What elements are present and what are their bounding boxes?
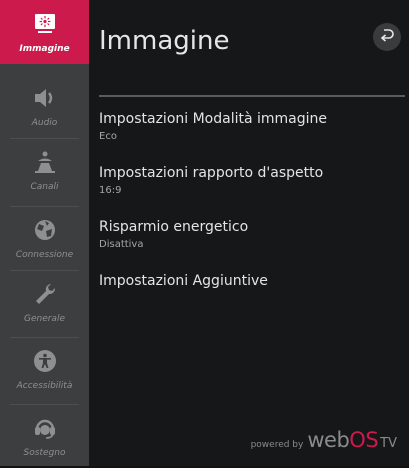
menu-item-label: Risparmio energetico [99,219,249,235]
powered-by-text: powered by [250,440,304,450]
sidebar-item-connessione[interactable]: Connessione [0,206,89,270]
menu-item-energy-saving[interactable]: Risparmio energetico Disattiva [99,218,248,251]
sidebar-item-label: Sostegno [23,448,66,458]
accessibility-icon [31,347,59,375]
picture-icon [31,10,59,38]
sidebar-item-label: Connessione [15,250,74,260]
globe-icon [31,216,59,244]
back-button[interactable] [373,23,401,51]
settings-panel: Immagine Impostazioni Modalità immagine … [89,0,409,466]
menu-item-value: Disattiva [99,239,144,250]
back-arrow-icon [379,27,395,47]
sidebar-item-label: Immagine [19,44,70,54]
sidebar-item-accessibilita[interactable]: Accessibilità [0,337,89,401]
title-divider [99,95,405,97]
sidebar-item-immagine[interactable]: Immagine [0,0,89,64]
menu-item-picture-mode[interactable]: Impostazioni Modalità immagine Eco [99,110,327,143]
brand-os: OS [349,428,379,452]
sidebar-item-label: Accessibilità [16,381,73,391]
menu-item-value: Eco [99,131,117,142]
sidebar-item-label: Audio [31,118,58,128]
sidebar-item-generale[interactable]: Generale [0,270,89,334]
support-icon [31,414,59,442]
speaker-icon [31,84,59,112]
sidebar-item-audio[interactable]: Audio [0,74,89,138]
sidebar-item-label: Canali [30,182,59,192]
wrench-icon [31,280,59,308]
brand-tv: TV [380,436,397,451]
menu-item-label: Impostazioni Modalità immagine [99,111,328,127]
menu-item-aspect-ratio[interactable]: Impostazioni rapporto d'aspetto 16:9 [99,164,323,197]
sidebar-item-sostegno[interactable]: Sostegno [0,404,89,468]
sidebar-item-canali[interactable]: Canali [0,138,89,202]
menu-item-label: Impostazioni Aggiuntive [99,273,268,289]
antenna-icon [31,148,59,176]
webos-logo: powered by web OS TV [251,428,397,452]
brand-web: web [307,428,350,452]
sidebar: Immagine Audio Canali Connessione Genera… [0,0,89,466]
menu-item-additional-settings[interactable]: Impostazioni Aggiuntive [99,272,268,290]
menu-item-value: 16:9 [99,185,122,196]
menu-item-label: Impostazioni rapporto d'aspetto [99,165,324,181]
sidebar-item-label: Generale [23,314,65,324]
page-title: Immagine [99,26,230,56]
